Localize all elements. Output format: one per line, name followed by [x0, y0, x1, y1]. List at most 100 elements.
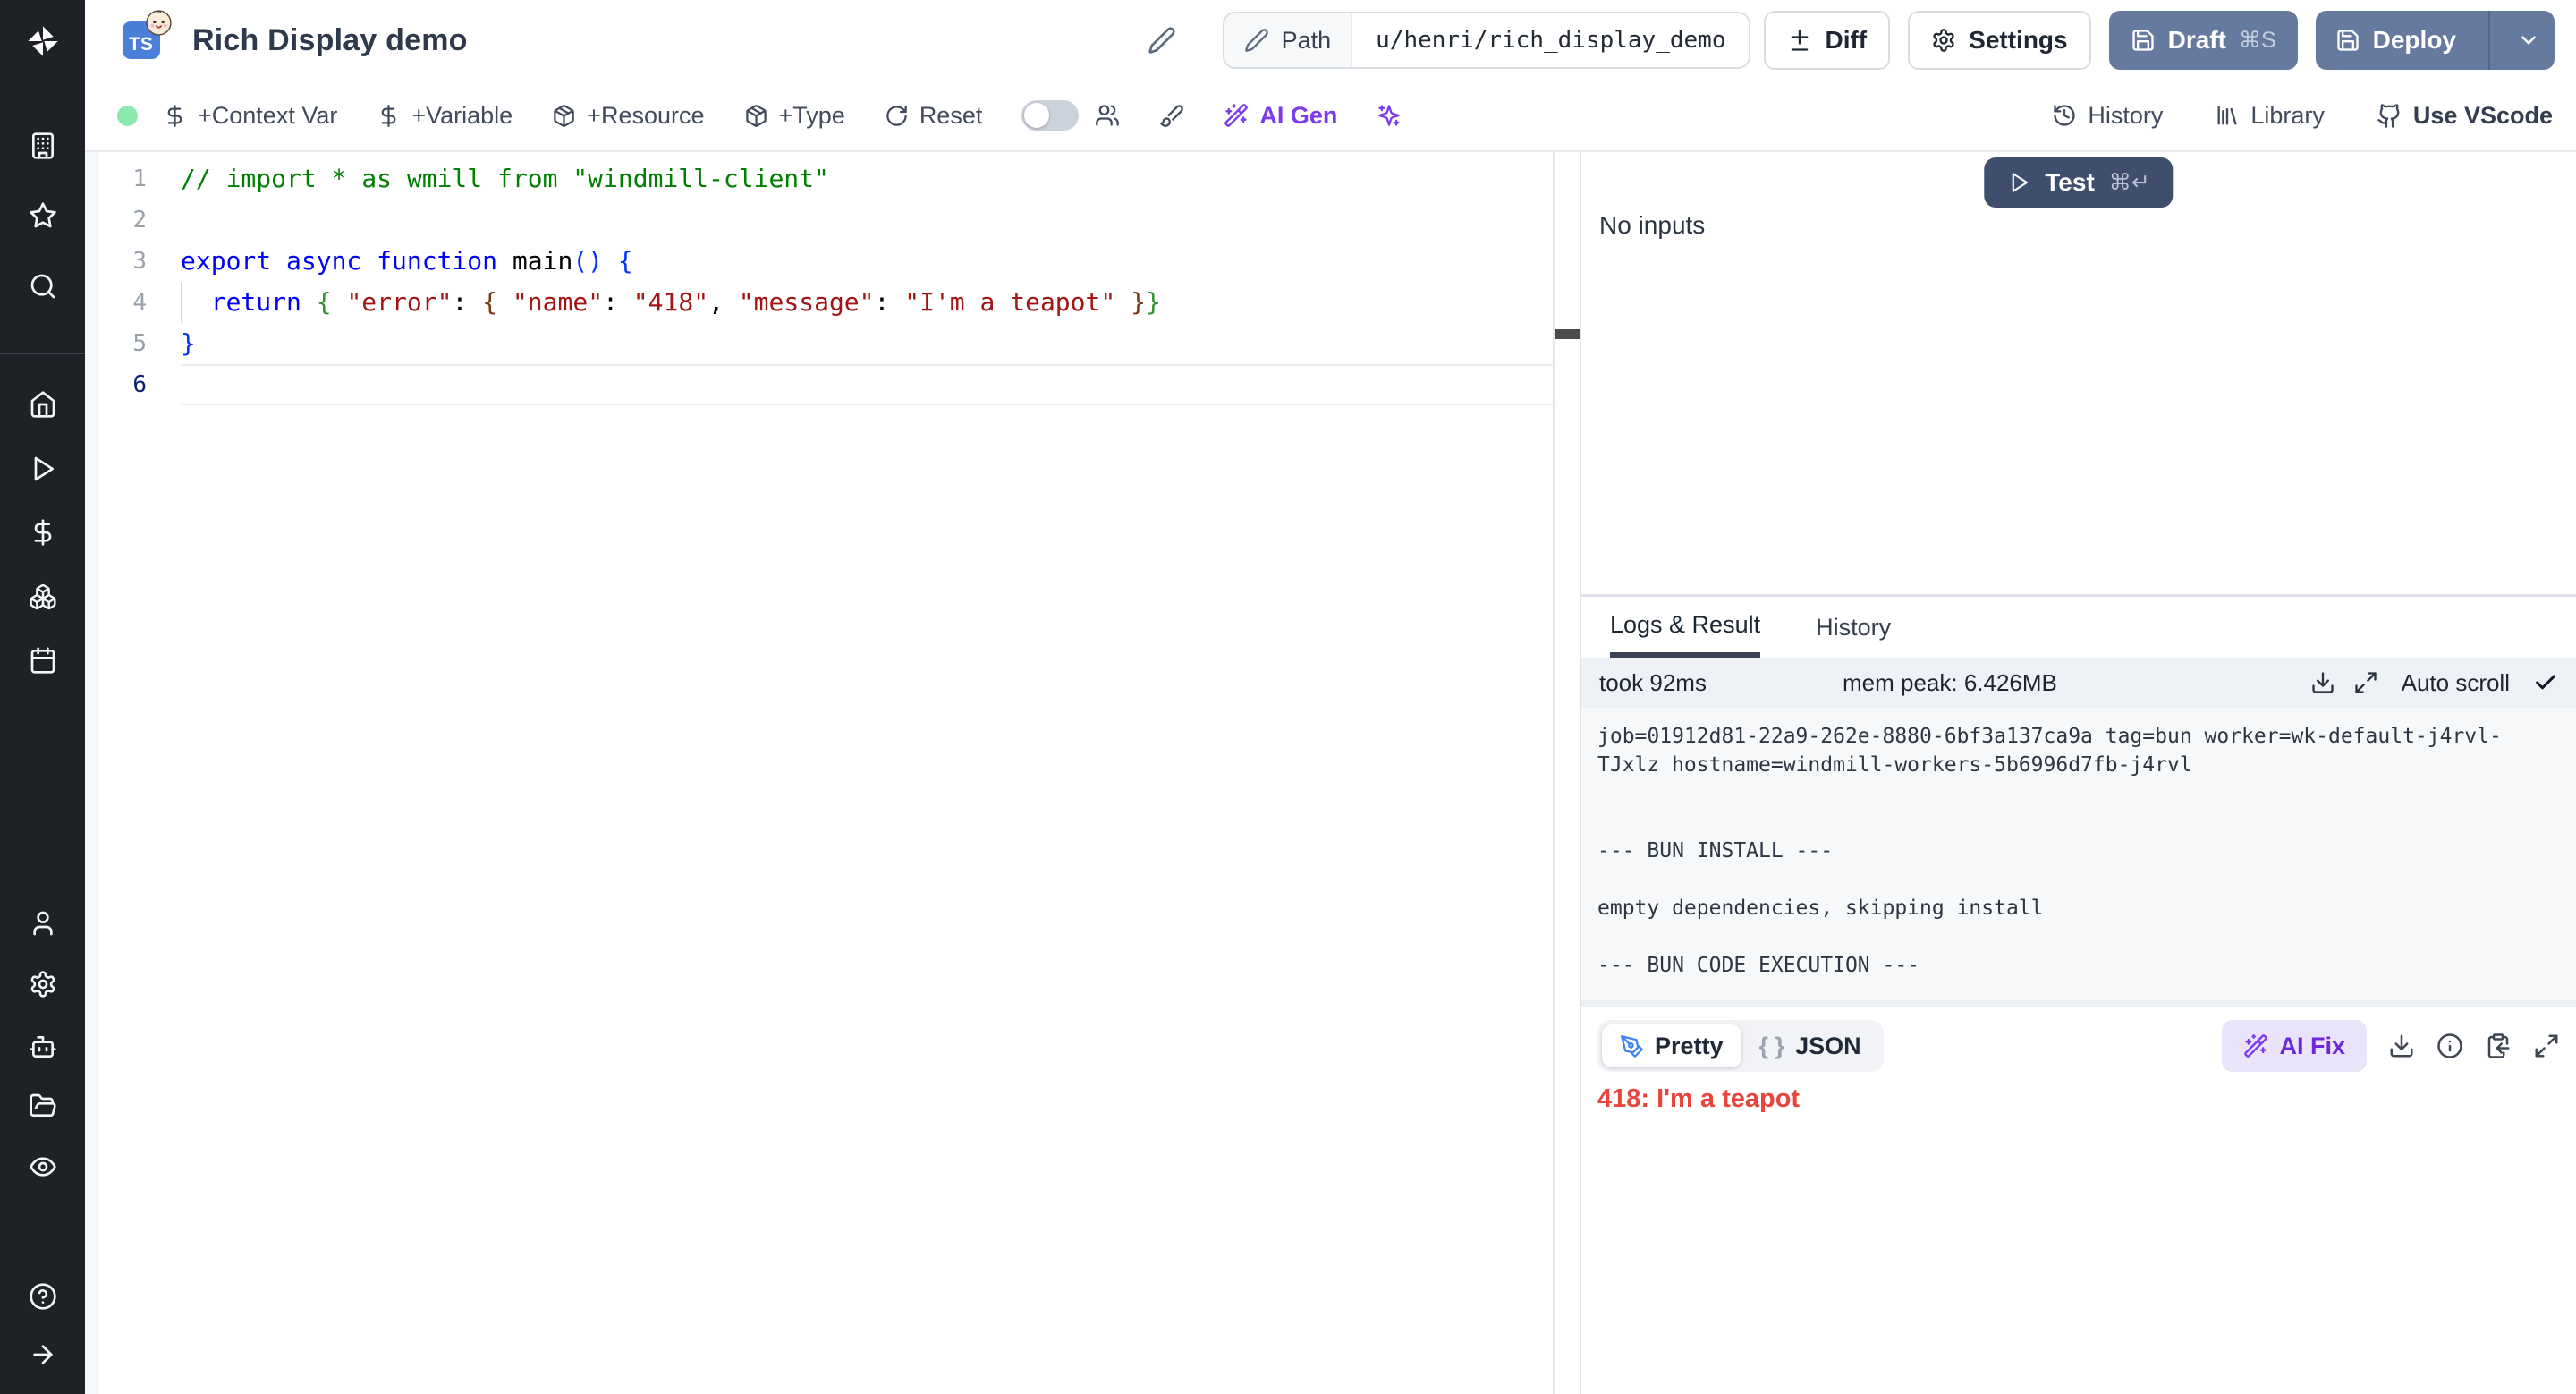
package-icon: [744, 104, 768, 128]
sidebar-collapse[interactable]: [0, 1333, 85, 1376]
star-icon: [29, 201, 57, 230]
history-icon: [2052, 103, 2077, 128]
code-lines: 1// import * as wmill from "windmill-cli…: [98, 152, 1553, 1394]
sidebar-item-resources[interactable]: [0, 575, 85, 618]
format-brush-button[interactable]: [1159, 103, 1184, 128]
dollar-icon: [163, 104, 187, 128]
log-line: [1597, 779, 2560, 808]
editor-toolbar: +Context Var +Variable +Resource +Type R…: [85, 81, 2576, 152]
main-area: TS Rich Display demo Path u/henri/rich_d…: [85, 0, 2576, 1394]
tab-logs-result[interactable]: Logs & Result: [1610, 597, 1760, 658]
sidebar-item-audit[interactable]: [0, 1145, 85, 1188]
deploy-main[interactable]: Deploy: [2316, 11, 2476, 70]
test-label: Test: [2045, 168, 2095, 197]
sidebar-item-search[interactable]: [0, 265, 85, 308]
reset-button[interactable]: Reset: [885, 102, 983, 130]
use-vscode-button[interactable]: Use VScode: [2377, 102, 2553, 130]
add-type-button[interactable]: +Type: [744, 102, 845, 130]
result-actions: AI Fix: [2222, 1020, 2560, 1072]
collab-users-button[interactable]: [1095, 103, 1120, 128]
rotate-cw-icon: [885, 104, 909, 128]
draft-button[interactable]: Draft ⌘S: [2109, 11, 2298, 70]
add-resource-button[interactable]: +Resource: [552, 102, 704, 130]
deploy-button: Deploy: [2316, 11, 2555, 70]
sidebar-item-runs[interactable]: [0, 447, 85, 490]
download-icon[interactable]: [2388, 1033, 2415, 1059]
tab-history[interactable]: History: [1816, 597, 1891, 658]
play-icon: [2007, 171, 2030, 194]
editor-minimap[interactable]: [1553, 152, 1580, 1394]
gear-icon: [29, 970, 57, 999]
code-line[interactable]: 1// import * as wmill from "windmill-cli…: [98, 158, 1553, 200]
sidebar-item-help[interactable]: [0, 1275, 85, 1318]
bot-icon: [29, 1033, 57, 1061]
save-icon: [2335, 28, 2360, 53]
expand-icon[interactable]: [2353, 670, 2378, 695]
dollar-icon: [29, 518, 57, 547]
diff-button[interactable]: Diff: [1764, 11, 1890, 70]
windmill-logo[interactable]: [0, 20, 85, 63]
sidebar-item-workspace[interactable]: [0, 124, 85, 167]
windmill-logo-icon: [25, 23, 61, 59]
diff-mode-toggle[interactable]: [1021, 100, 1079, 131]
log-output[interactable]: job=01912d81-22a9-262e-8880-6bf3a137ca9a…: [1581, 708, 2576, 1000]
draft-shortcut: ⌘S: [2239, 27, 2276, 54]
info-icon[interactable]: [2436, 1033, 2463, 1059]
ai-fix-button[interactable]: AI Fix: [2222, 1020, 2367, 1072]
history-button[interactable]: History: [2052, 102, 2163, 130]
code-line[interactable]: 4 return { "error": { "name": "418", "me…: [98, 282, 1553, 323]
toggle-knob: [1024, 103, 1049, 128]
settings-button[interactable]: Settings: [1908, 11, 2090, 70]
code-line-content: [181, 364, 1553, 405]
sidebar-item-schedules[interactable]: [0, 639, 85, 682]
deploy-dropdown[interactable]: [2503, 11, 2555, 70]
download-icon[interactable]: [2310, 670, 2335, 695]
result-error-text: 418: I'm a teapot: [1597, 1084, 2560, 1114]
library-button[interactable]: Library: [2215, 102, 2325, 130]
github-icon: [2377, 103, 2402, 129]
line-number: 1: [98, 158, 181, 200]
add-variable-button[interactable]: +Variable: [377, 102, 513, 130]
editor-left-strip: [85, 152, 98, 1394]
search-icon: [29, 272, 57, 301]
pretty-tab[interactable]: Pretty: [1602, 1024, 1741, 1067]
add-context-var-button[interactable]: +Context Var: [163, 102, 337, 130]
user-icon: [29, 909, 57, 938]
path-field[interactable]: Path u/henri/rich_display_demo: [1223, 12, 1751, 69]
expand-icon[interactable]: [2533, 1033, 2560, 1059]
ai-sparkles-button[interactable]: [1377, 103, 1402, 128]
test-button[interactable]: Test ⌘↵: [1984, 157, 2173, 208]
ai-gen-button[interactable]: AI Gen: [1224, 102, 1337, 130]
sidebar-item-home[interactable]: [0, 383, 85, 426]
sidebar-item-favorites[interactable]: [0, 194, 85, 237]
reset-label: Reset: [919, 102, 983, 130]
check-icon[interactable]: [2533, 670, 2558, 695]
clipboard-copy-icon[interactable]: [2485, 1033, 2512, 1059]
log-line: empty dependencies, skipping install: [1597, 894, 2560, 922]
edit-title-button[interactable]: [1148, 26, 1176, 55]
json-tab[interactable]: { } JSON: [1741, 1024, 1879, 1067]
pen-nib-icon: [1620, 1034, 1644, 1058]
code-line[interactable]: 5}: [98, 323, 1553, 364]
building-icon: [29, 132, 57, 160]
sidebar-item-settings[interactable]: [0, 963, 85, 1006]
code-line[interactable]: 2: [98, 200, 1553, 241]
log-line: --- BUN INSTALL ---: [1597, 837, 2560, 865]
path-value[interactable]: u/henri/rich_display_demo: [1352, 13, 1749, 67]
result-tabs: Logs & Result History: [1581, 597, 2576, 658]
package-icon: [552, 104, 576, 128]
code-line[interactable]: 3export async function main() {: [98, 241, 1553, 282]
sidebar-item-workers[interactable]: [0, 1025, 85, 1068]
sidebar-item-folders[interactable]: [0, 1084, 85, 1127]
sidebar-item-user[interactable]: [0, 902, 85, 945]
autoscroll-label: Auto scroll: [2402, 669, 2510, 697]
result-splitter[interactable]: [1581, 1000, 2576, 1007]
play-icon: [29, 455, 57, 483]
chevron-down-icon: [2517, 29, 2540, 52]
line-number: 6: [98, 364, 181, 405]
save-icon: [2131, 28, 2156, 53]
line-number: 2: [98, 200, 181, 241]
code-line[interactable]: 6: [98, 364, 1553, 405]
code-editor[interactable]: 1// import * as wmill from "windmill-cli…: [85, 152, 1580, 1394]
sidebar-item-variables[interactable]: [0, 511, 85, 554]
